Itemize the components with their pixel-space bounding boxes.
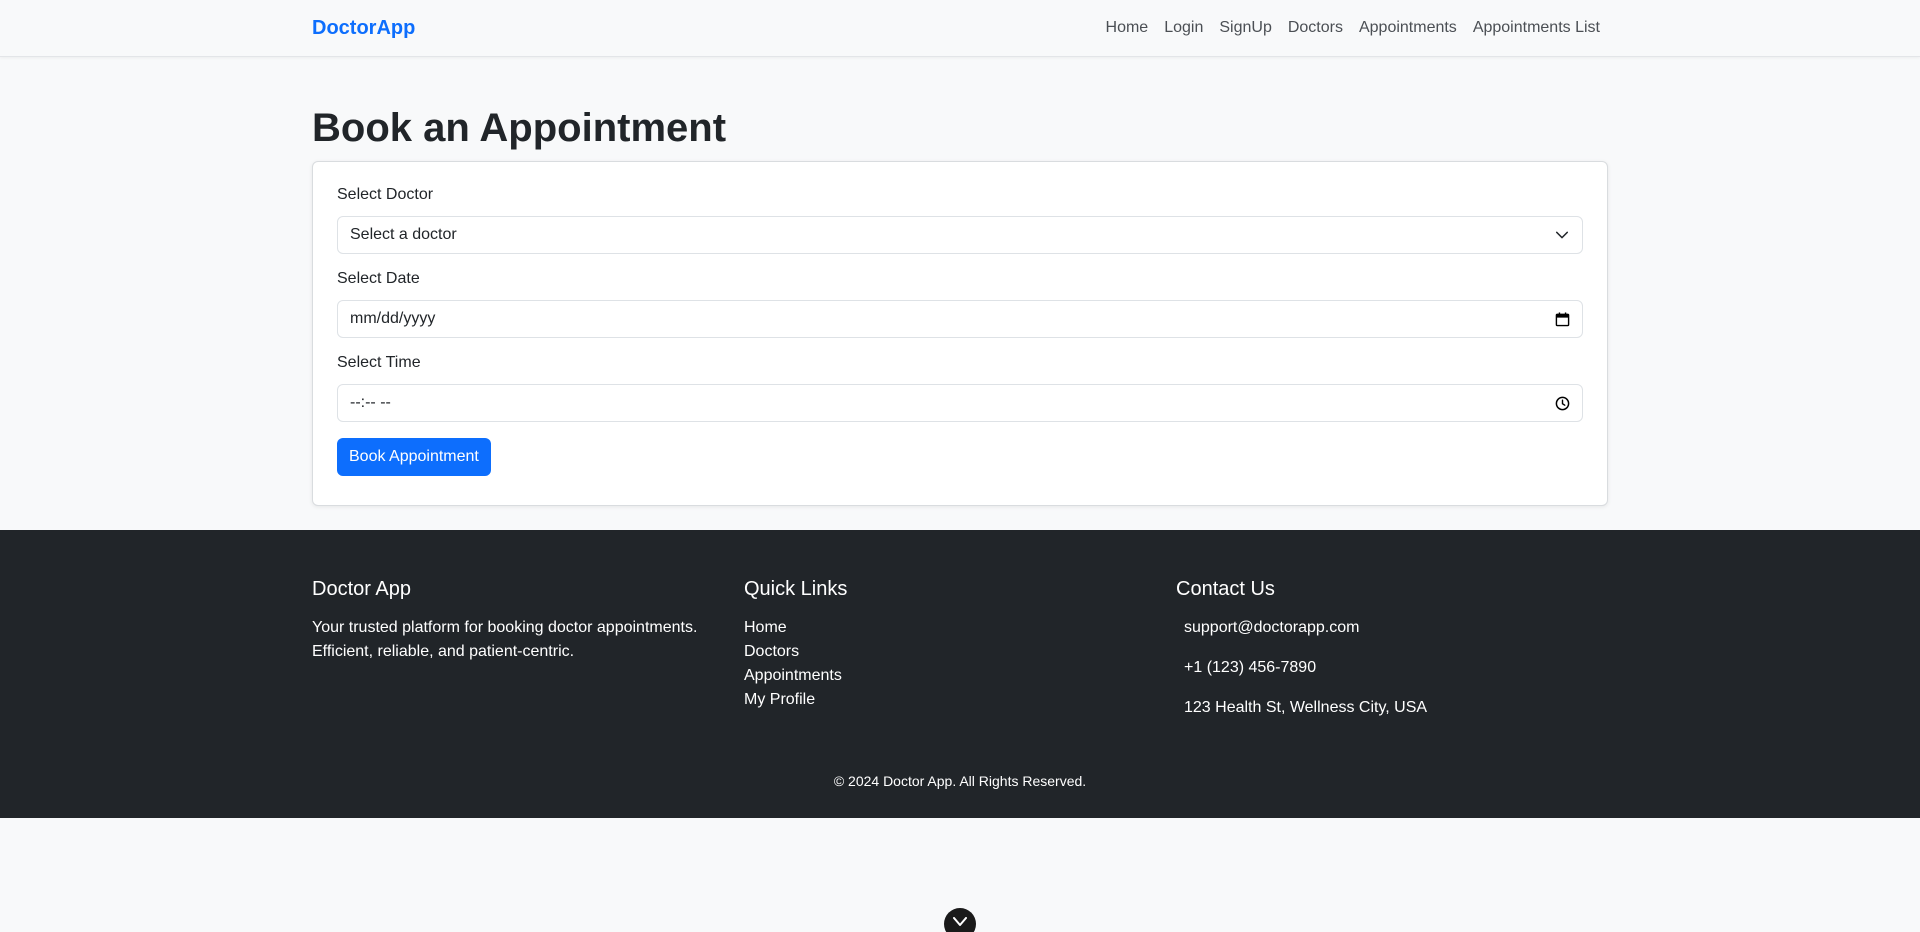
doctor-select-value: Select a doctor (350, 226, 457, 243)
nav-signup[interactable]: SignUp (1211, 19, 1279, 37)
footer-quick-links-title: Quick Links (744, 578, 848, 600)
nav-home[interactable]: Home (1098, 19, 1157, 37)
chevron-down-icon (1554, 227, 1570, 243)
calendar-icon[interactable] (1554, 311, 1570, 327)
main-content: Book an Appointment Select Doctor Select… (0, 57, 1920, 506)
footer-link-appointments[interactable]: Appointments (744, 664, 1176, 688)
nav-login[interactable]: Login (1156, 19, 1211, 37)
footer-contact-title: Contact Us (1176, 578, 1275, 600)
navbar: DoctorApp Home Login SignUp Doctors Appo… (0, 0, 1920, 57)
nav-doctors[interactable]: Doctors (1280, 19, 1351, 37)
doctor-select[interactable]: Select a doctor (337, 216, 1583, 254)
date-field: Select Date mm/dd/yyyy (337, 270, 1583, 338)
page-title: Book an Appointment (312, 106, 727, 150)
footer-quick-links: Quick Links Home Doctors Appointments My… (744, 578, 1176, 736)
footer-about-title: Doctor App (312, 578, 411, 600)
chevron-down-icon (953, 914, 967, 932)
clock-icon[interactable] (1554, 395, 1570, 411)
brand-logo[interactable]: DoctorApp (312, 17, 415, 40)
doctor-field: Select Doctor Select a doctor (337, 186, 1583, 254)
nav-appointments-list[interactable]: Appointments List (1465, 19, 1608, 37)
footer: Doctor App Your trusted platform for boo… (0, 530, 1920, 818)
footer-link-home[interactable]: Home (744, 616, 1176, 640)
nav-links: Home Login SignUp Doctors Appointments A… (1098, 19, 1608, 37)
footer-contact: Contact Us support@doctorapp.com +1 (123… (1176, 578, 1608, 736)
footer-link-doctors[interactable]: Doctors (744, 640, 1176, 664)
time-input[interactable]: --:-- -- (337, 384, 1583, 422)
copyright: © 2024 Doctor App. All Rights Reserved. (833, 773, 1087, 789)
footer-link-my-profile[interactable]: My Profile (744, 688, 1176, 712)
time-label: Select Time (337, 354, 421, 371)
contact-address: 123 Health St, Wellness City, USA (1184, 699, 1428, 716)
contact-phone: +1 (123) 456-7890 (1184, 659, 1317, 676)
book-appointment-button[interactable]: Book Appointment (337, 438, 491, 476)
date-label: Select Date (337, 270, 420, 287)
time-field: Select Time --:-- -- (337, 354, 1583, 422)
contact-email: support@doctorapp.com (1184, 619, 1360, 636)
footer-about: Doctor App Your trusted platform for boo… (312, 578, 744, 736)
time-input-value: --:-- -- (350, 394, 391, 411)
date-input-value: mm/dd/yyyy (350, 310, 436, 327)
scroll-toggle-button[interactable] (944, 908, 976, 932)
doctor-label: Select Doctor (337, 186, 434, 203)
nav-appointments[interactable]: Appointments (1351, 19, 1465, 37)
footer-about-text: Your trusted platform for booking doctor… (312, 619, 698, 660)
date-input[interactable]: mm/dd/yyyy (337, 300, 1583, 338)
booking-form-card: Select Doctor Select a doctor Select Dat… (312, 161, 1608, 506)
